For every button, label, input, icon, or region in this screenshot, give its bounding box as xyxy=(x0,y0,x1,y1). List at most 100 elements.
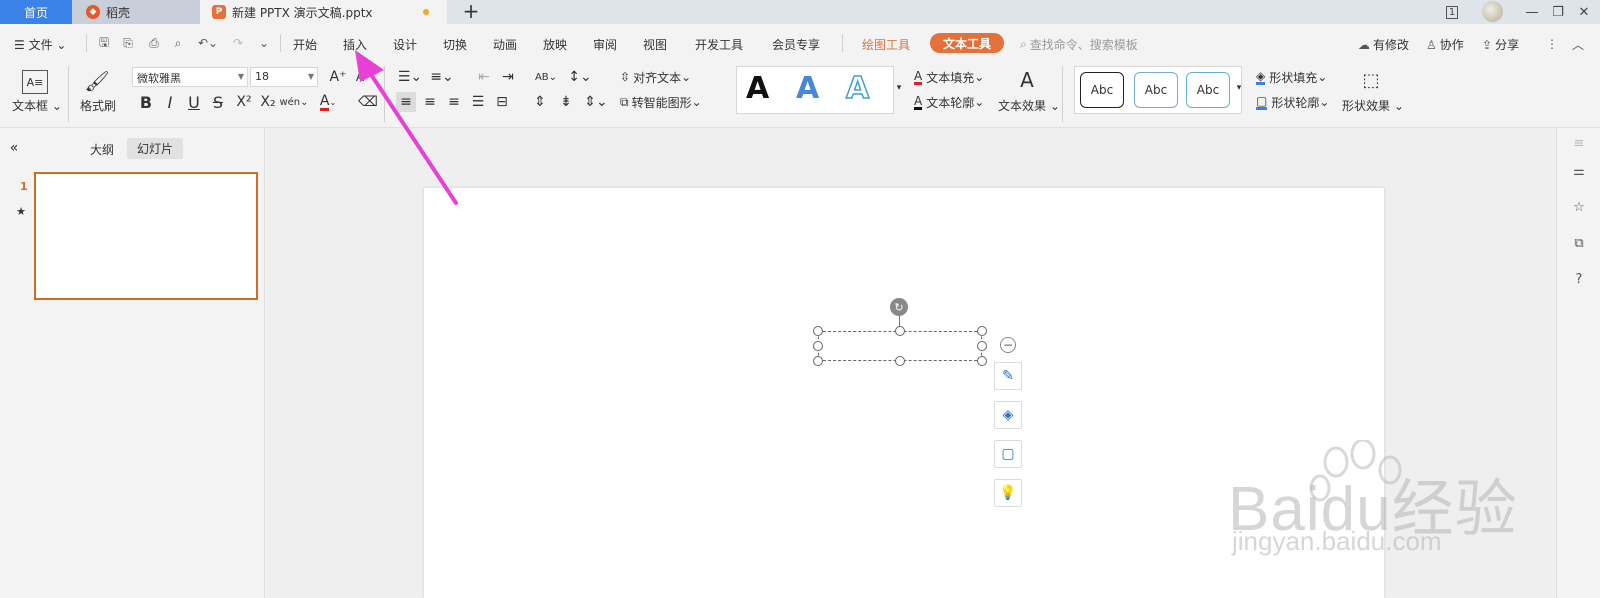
resize-handle[interactable] xyxy=(813,326,823,336)
resize-handle[interactable] xyxy=(977,341,987,351)
float-fill-button[interactable]: ◈ xyxy=(994,401,1022,429)
gallery-more-icon[interactable]: ▾ xyxy=(894,80,904,96)
text-style-outline[interactable]: A xyxy=(845,70,870,107)
spacing-adjust-icon[interactable]: ⇟ xyxy=(556,92,576,112)
shape-style-blue[interactable]: Abc xyxy=(1134,72,1178,108)
collapse-panel-icon[interactable]: « xyxy=(6,140,22,156)
format-painter-button[interactable]: 格式刷 xyxy=(80,97,116,114)
text-effect-button[interactable]: 文本效果 ⌄ xyxy=(998,97,1060,114)
pinyin-button[interactable]: wén ⌄ xyxy=(279,92,308,112)
new-tab-button[interactable]: + xyxy=(460,0,482,24)
grow-font-icon[interactable]: A⁺ xyxy=(328,67,348,87)
tab-draw-tools[interactable]: 绘图工具 xyxy=(862,36,910,53)
tab-start[interactable]: 开始 xyxy=(293,36,317,53)
text-style-black[interactable]: A xyxy=(746,71,769,106)
resize-handle[interactable] xyxy=(977,356,987,366)
tab-document[interactable]: P 新建 PPTX 演示文稿.pptx xyxy=(200,0,447,24)
tab-home[interactable]: 首页 xyxy=(0,0,72,24)
tab-switch[interactable]: 切换 xyxy=(443,36,467,53)
avatar[interactable] xyxy=(1482,1,1503,22)
shrink-font-icon[interactable]: A xyxy=(352,67,368,87)
redo-icon[interactable]: ↷ xyxy=(230,35,246,51)
strikethrough-button[interactable]: S xyxy=(210,92,226,112)
tab-play[interactable]: 放映 xyxy=(543,36,567,53)
modified-button[interactable]: ☁ 有修改 xyxy=(1358,36,1409,53)
window-count-icon[interactable]: 1 xyxy=(1438,0,1466,24)
spacing-menu-icon[interactable]: ⇕⌄ xyxy=(582,92,610,112)
align-right-icon[interactable]: ≡ xyxy=(444,92,464,112)
shape-style-black[interactable]: Abc xyxy=(1080,72,1124,108)
shape-style-cyan[interactable]: Abc xyxy=(1186,72,1230,108)
slides-tab[interactable]: 幻灯片 xyxy=(127,138,184,159)
resize-handle[interactable] xyxy=(895,326,905,336)
text-direction-icon[interactable]: AB⌄ xyxy=(532,67,560,87)
tab-animate[interactable]: 动画 xyxy=(493,36,517,53)
float-idea-button[interactable]: 💡 xyxy=(994,479,1022,507)
align-text-button[interactable]: ⇳ 对齐文本 ⌄ xyxy=(620,67,700,87)
collapse-toolbar-icon[interactable]: − xyxy=(1000,337,1016,353)
font-name-select[interactable]: 微软雅黑 ▼ xyxy=(132,67,248,87)
resize-handle[interactable] xyxy=(813,356,823,366)
subscript-button[interactable]: X₂ xyxy=(258,92,278,112)
textbox-button[interactable]: 文本框 ⌄ xyxy=(12,97,62,114)
bullet-list-icon[interactable]: ☰⌄ xyxy=(396,67,424,87)
help-icon[interactable]: ? xyxy=(1570,270,1588,288)
outline-tab[interactable]: 大纲 xyxy=(90,141,114,158)
tab-daoke[interactable]: ◆ 稻壳 xyxy=(72,0,200,24)
shape-gallery-more-icon[interactable]: ▾ xyxy=(1234,80,1244,96)
collab-button[interactable]: ♙ 协作 xyxy=(1426,36,1464,53)
tab-review[interactable]: 审阅 xyxy=(593,36,617,53)
collapse-ribbon-icon[interactable]: ︿ xyxy=(1570,36,1586,52)
distribute-icon[interactable]: ⊟ xyxy=(492,92,512,112)
print-icon[interactable]: ⎙ xyxy=(146,35,162,51)
save-icon[interactable]: 🖫 xyxy=(96,35,112,51)
smart-shape-button[interactable]: ⧉ 转智能图形 ⌄ xyxy=(620,92,716,112)
bold-button[interactable]: B xyxy=(138,92,154,112)
properties-icon[interactable]: ⚌ xyxy=(1570,162,1588,180)
text-fill-button[interactable]: A 文本填充 ⌄ xyxy=(914,67,994,87)
print-preview-icon[interactable]: ⌕ xyxy=(170,35,186,51)
resize-handle[interactable] xyxy=(813,341,823,351)
restore-button[interactable]: ❐ xyxy=(1544,0,1572,24)
italic-button[interactable]: I xyxy=(162,92,178,112)
shape-effect-button[interactable]: 形状效果 ⌄ xyxy=(1342,97,1404,114)
text-outline-button[interactable]: A 文本轮廓 ⌄ xyxy=(914,92,994,112)
line-spacing-icon[interactable]: ↕⌄ xyxy=(566,67,594,87)
tab-view[interactable]: 视图 xyxy=(643,36,667,53)
eraser-icon[interactable]: ⌫ xyxy=(358,92,378,112)
tab-design[interactable]: 设计 xyxy=(393,36,417,53)
minimize-button[interactable]: — xyxy=(1518,0,1546,24)
shape-outline-button[interactable]: ▢ 形状轮廓 ⌄ xyxy=(1256,92,1340,112)
numbered-list-icon[interactable]: ≡⌄ xyxy=(428,67,456,87)
float-edit-button[interactable]: ✎ xyxy=(994,362,1022,390)
text-style-blue[interactable]: A xyxy=(796,71,819,106)
shape-fill-button[interactable]: ◈ 形状填充 ⌄ xyxy=(1256,67,1340,87)
justify-icon[interactable]: ☰ xyxy=(468,92,488,112)
close-button[interactable]: ✕ xyxy=(1570,0,1598,24)
font-color-button[interactable]: A ⌄ xyxy=(316,92,340,112)
quick-access-more-icon[interactable]: ⌄ xyxy=(256,35,272,51)
more-options-icon[interactable]: ⋮ xyxy=(1544,36,1560,52)
undo-icon[interactable]: ↶⌄ xyxy=(196,35,220,51)
sidebar-menu-icon[interactable]: ≡ xyxy=(1570,134,1588,152)
superscript-button[interactable]: X² xyxy=(234,92,254,112)
decrease-indent-icon[interactable]: ⇤ xyxy=(474,67,494,87)
float-outline-button[interactable]: ▢ xyxy=(994,440,1022,468)
font-size-select[interactable]: 18 ▼ xyxy=(250,67,318,87)
resize-handle[interactable] xyxy=(977,326,987,336)
file-menu[interactable]: ☰ 文件 ⌄ xyxy=(14,36,66,53)
align-left-icon[interactable]: ≡ xyxy=(396,92,416,112)
pin-icon[interactable]: ☆ xyxy=(1570,198,1588,216)
underline-button[interactable]: U xyxy=(186,92,202,112)
transition-icon[interactable]: ⧉ xyxy=(1570,234,1588,252)
paragraph-spacing-icon[interactable]: ⇕ xyxy=(530,92,550,112)
increase-indent-icon[interactable]: ⇥ xyxy=(498,67,518,87)
resize-handle[interactable] xyxy=(895,356,905,366)
tab-member[interactable]: 会员专享 xyxy=(772,36,820,53)
export-icon[interactable]: ⎘ xyxy=(120,35,136,51)
rotate-handle-icon[interactable]: ↻ xyxy=(890,298,908,316)
tab-dev-tools[interactable]: 开发工具 xyxy=(695,36,743,53)
share-button[interactable]: ⇪ 分享 xyxy=(1482,36,1519,53)
command-search[interactable]: ⌕ 查找命令、搜索模板 xyxy=(1020,36,1138,53)
tab-text-tools[interactable]: 文本工具 xyxy=(930,33,1004,53)
